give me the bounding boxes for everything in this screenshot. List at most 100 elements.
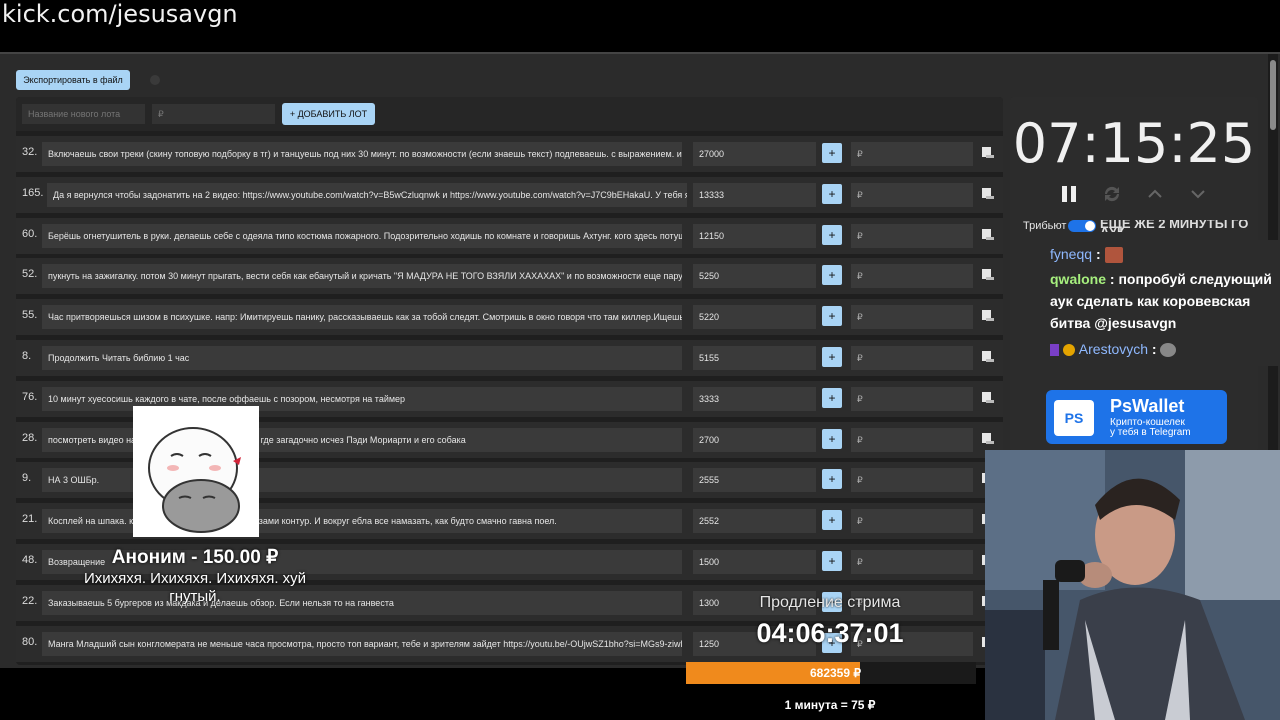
delete-icon[interactable] bbox=[981, 268, 995, 282]
add-amount-input[interactable]: ₽ bbox=[851, 427, 973, 452]
delete-icon[interactable] bbox=[981, 391, 995, 405]
add-amount-button[interactable]: + bbox=[822, 347, 842, 367]
add-amount-input[interactable]: ₽ bbox=[851, 386, 973, 411]
add-amount-input[interactable]: ₽ bbox=[851, 264, 973, 289]
add-amount-button[interactable]: + bbox=[822, 224, 842, 245]
lot-title-input[interactable]: Час притворяешься шизом в психушке. напр… bbox=[42, 305, 682, 330]
donation-message: Ихихяхя. Ихихяхя. Ихихяхя. хуй гнутый. bbox=[83, 570, 307, 605]
status-indicator bbox=[150, 75, 160, 85]
lot-amount-input[interactable]: 5250 bbox=[693, 264, 816, 289]
add-amount-input[interactable]: ₽ bbox=[851, 509, 973, 534]
new-lot-name-input[interactable] bbox=[22, 104, 145, 124]
lot-number: 80. bbox=[22, 635, 38, 648]
lot-number: 32. bbox=[22, 146, 38, 158]
lot-amount-input[interactable]: 2700 bbox=[693, 427, 816, 452]
coin-badge-icon bbox=[1062, 344, 1075, 357]
lot-amount-input[interactable]: 2555 bbox=[693, 468, 816, 493]
lot-row: 8. Продолжить Читать библию 1 час 5155 + ₽ bbox=[16, 340, 1003, 376]
delete-icon[interactable] bbox=[981, 146, 995, 160]
lot-amount-input[interactable]: 1500 bbox=[693, 550, 816, 574]
new-lot-price-input[interactable] bbox=[152, 104, 275, 124]
delete-icon[interactable] bbox=[981, 309, 995, 323]
lot-number: 21. bbox=[22, 513, 38, 526]
extension-timer: 04:06:37:01 bbox=[756, 618, 904, 648]
add-amount-button[interactable]: + bbox=[822, 183, 842, 204]
add-amount-button[interactable]: + bbox=[822, 387, 842, 408]
reset-button[interactable] bbox=[1098, 180, 1126, 208]
pswallet-subtitle: у тебя в Telegram bbox=[1110, 427, 1191, 438]
donation-gif bbox=[133, 406, 259, 537]
pause-icon bbox=[1062, 186, 1076, 202]
add-amount-input[interactable]: ₽ bbox=[851, 305, 973, 330]
add-amount-input[interactable]: ₽ bbox=[851, 346, 973, 370]
lot-title-input[interactable]: пукнуть на зажигалку. потом 30 минут пры… bbox=[42, 264, 682, 289]
lot-amount-input[interactable]: 27000 bbox=[693, 142, 816, 166]
lot-number: 28. bbox=[22, 431, 38, 444]
scrollbar-thumb[interactable] bbox=[1270, 60, 1276, 130]
add-amount-button[interactable]: + bbox=[822, 469, 842, 490]
extension-progress-value: 682359 ₽ bbox=[809, 666, 861, 680]
lot-row: 60. Берёшь огнетушитель в руки. делаешь с… bbox=[16, 217, 1003, 254]
lot-title-input[interactable]: Включаешь свои треки (скину топовую подб… bbox=[42, 142, 682, 166]
chat-text: попробуй следующий bbox=[1118, 271, 1272, 287]
delete-icon[interactable] bbox=[981, 228, 995, 242]
add-amount-input[interactable]: ₽ bbox=[851, 468, 973, 493]
cat-sticker-image bbox=[133, 406, 259, 537]
add-lot-button[interactable]: + ДОБАВИТЬ ЛОТ bbox=[282, 103, 375, 125]
lot-amount-input[interactable]: 2552 bbox=[693, 509, 816, 534]
url-text: kick.com/jesusavgn bbox=[2, 0, 238, 28]
add-amount-input[interactable]: ₽ bbox=[851, 550, 973, 574]
lot-amount-input[interactable]: 12150 bbox=[693, 223, 816, 248]
lot-title-input[interactable]: Берёшь огнетушитель в руки. делаешь себе… bbox=[42, 223, 682, 248]
lot-amount-input[interactable]: 5155 bbox=[693, 346, 816, 370]
lot-number: 76. bbox=[22, 390, 38, 403]
chat-separator: : bbox=[1109, 271, 1115, 287]
lot-amount-input[interactable]: 3333 bbox=[693, 386, 816, 411]
lot-number: 48. bbox=[22, 554, 38, 566]
pause-button[interactable] bbox=[1055, 180, 1083, 208]
lot-number: 60. bbox=[22, 227, 38, 240]
emote-icon bbox=[1104, 247, 1123, 264]
lot-title-input[interactable]: Манга Младший сын конгломерата не меньше… bbox=[42, 631, 682, 656]
export-button[interactable]: Экспортировать в файл bbox=[16, 70, 130, 90]
tribute-toggle[interactable] bbox=[1068, 220, 1096, 232]
lot-number: 55. bbox=[22, 309, 38, 322]
chat-username: Arestovych bbox=[1078, 341, 1149, 357]
lot-title-input[interactable]: Продолжить Читать библию 1 час bbox=[42, 346, 682, 370]
add-amount-button[interactable]: + bbox=[822, 143, 842, 163]
lot-row: 32. Включаешь свои треки (скину топовую п… bbox=[16, 136, 1003, 172]
lot-number: 8. bbox=[22, 350, 32, 362]
emote-icon bbox=[1160, 343, 1177, 358]
delete-icon[interactable] bbox=[981, 432, 995, 446]
add-amount-input[interactable]: ₽ bbox=[851, 223, 973, 248]
add-amount-input[interactable]: ₽ bbox=[851, 182, 973, 207]
add-amount-button[interactable]: + bbox=[822, 510, 842, 531]
pswallet-title: PsWallet bbox=[1110, 396, 1185, 416]
chat-overlay-header: ЕЩЁ ЖЕ 2 МИНУТЫ ГО АУК bbox=[1100, 220, 1249, 232]
pswallet-logo: PS bbox=[1054, 400, 1094, 436]
donation-title: Аноним - 150.00 ₽ bbox=[111, 547, 279, 568]
chat-username: fyneqq bbox=[1050, 246, 1093, 262]
add-amount-button[interactable]: + bbox=[822, 306, 842, 327]
extension-title: Продление стрима bbox=[759, 594, 901, 611]
lot-row: 165. Да я вернулся чтобы задонатить на 2 … bbox=[16, 176, 1003, 213]
chat-text-line: аук сделать как коровевская bbox=[1050, 293, 1251, 309]
decrease-button[interactable] bbox=[1184, 180, 1212, 208]
delete-icon[interactable] bbox=[981, 187, 995, 201]
add-amount-button[interactable]: + bbox=[822, 428, 842, 449]
add-amount-button[interactable]: + bbox=[822, 551, 842, 571]
refresh-icon bbox=[1104, 186, 1120, 202]
timer-display: 07:15:25 bbox=[1012, 112, 1256, 175]
chevron-up-icon bbox=[1148, 189, 1162, 198]
lot-title-input[interactable]: Да я вернулся чтобы задонатить на 2 виде… bbox=[47, 182, 687, 207]
add-amount-button[interactable]: + bbox=[822, 265, 842, 286]
lot-amount-input[interactable]: 5220 bbox=[693, 305, 816, 330]
lot-amount-input[interactable]: 13333 bbox=[693, 182, 816, 207]
add-amount-input[interactable]: ₽ bbox=[851, 142, 973, 166]
chat-message-1: fyneqq : bbox=[1050, 243, 1123, 265]
chat-username: qwalone bbox=[1050, 271, 1107, 287]
url-bar: kick.com/jesusavgn bbox=[0, 0, 1280, 52]
delete-icon[interactable] bbox=[981, 350, 995, 364]
lot-number: 22. bbox=[22, 594, 38, 607]
increase-button[interactable] bbox=[1141, 180, 1169, 208]
